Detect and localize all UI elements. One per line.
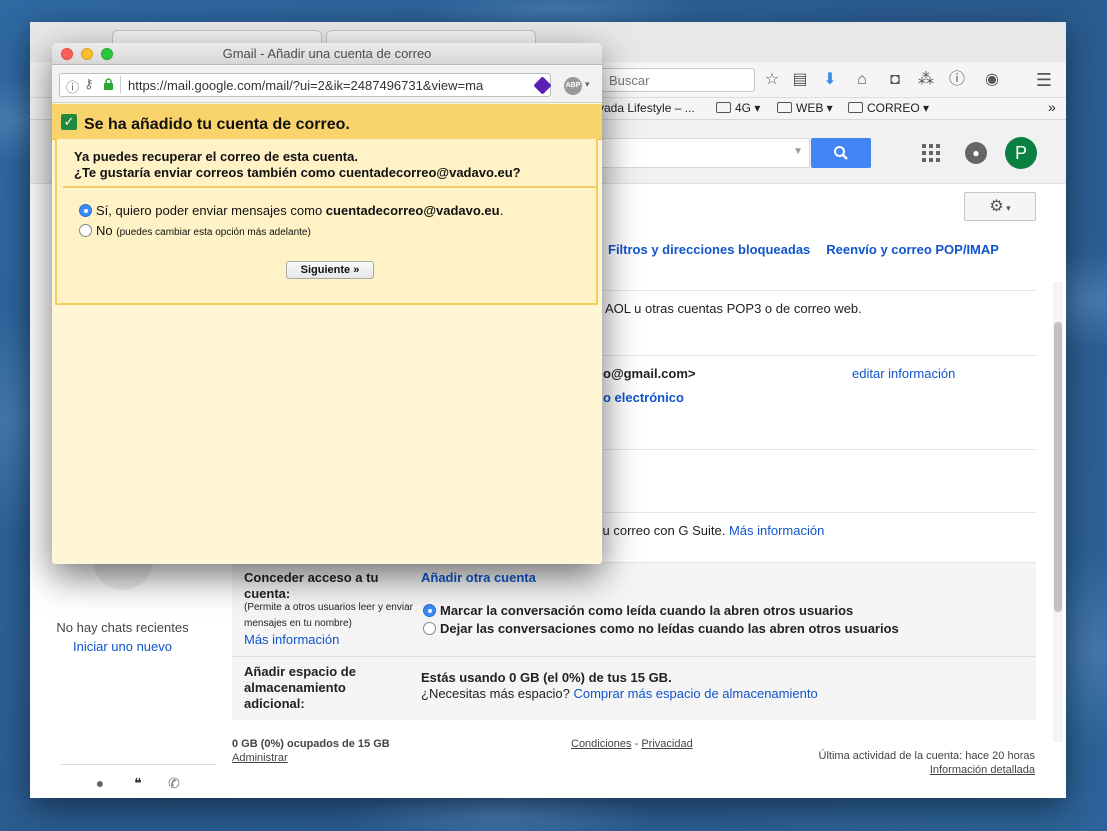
divider (232, 656, 1036, 657)
grant-access-label: Conceder acceso a tu cuenta: (244, 570, 379, 601)
reader-list-icon[interactable]: ▤ (790, 70, 810, 90)
info-icon[interactable]: ⓘ (947, 70, 967, 90)
mark-read-option[interactable]: Marcar la conversación como leída cuando… (423, 603, 853, 618)
url-field[interactable]: ⓘ ⚷ https://mail.google.com/mail/?ui=2&i… (59, 73, 552, 97)
download-icon[interactable]: ⬇ (820, 70, 840, 90)
hangouts-icon[interactable]: ❝ (130, 775, 146, 791)
checkmark-icon: ✓ (61, 114, 77, 130)
grant-access-note: (Permite a otros usuarios leer y enviar … (244, 602, 413, 629)
footer-legal: Condiciones - Privacidad (571, 738, 693, 750)
person-icon[interactable]: ● (92, 775, 108, 791)
bookmark-folder-correo[interactable]: CORREO ▾ (848, 101, 929, 115)
terms-link[interactable]: Condiciones (571, 738, 632, 750)
url-text: https://mail.google.com/mail/?ui=2&ik=24… (128, 78, 484, 93)
check-mail-text: AOL u otras cuentas POP3 o de correo web… (605, 301, 862, 316)
privacy-link[interactable]: Privacidad (641, 738, 692, 750)
pocket-icon[interactable]: ◘ (885, 70, 905, 90)
option-yes-radio[interactable] (79, 204, 92, 217)
browser-search-input[interactable]: Buscar (600, 68, 755, 92)
leave-unread-option[interactable]: Dejar las conversaciones como no leídas … (423, 621, 899, 636)
gsuite-text: su correo con G Suite. Más información (596, 523, 825, 538)
edit-info-link[interactable]: editar información (852, 366, 955, 381)
footer-last-activity: Última actividad de la cuenta: hace 20 h… (818, 750, 1035, 762)
leave-unread-radio[interactable] (423, 622, 436, 635)
tab-filters[interactable]: Filtros y direcciones bloqueadas (608, 242, 810, 257)
chevron-down-icon[interactable]: ▼ (793, 146, 803, 157)
option-no-radio[interactable] (79, 224, 92, 237)
gmail-search-button[interactable] (811, 138, 871, 168)
minimize-window-button[interactable] (81, 48, 93, 60)
add-other-account-link[interactable]: Añadir otra cuenta (421, 570, 536, 585)
footer-details-link[interactable]: Información detallada (930, 764, 1035, 776)
start-chat-link[interactable]: Iniciar uno nuevo (30, 639, 215, 654)
extension-icon[interactable]: ⁂ (916, 70, 936, 90)
menu-hamburger-icon[interactable]: ☰ (1034, 70, 1054, 90)
settings-tabs: Filtros y direcciones bloqueadas Reenvío … (608, 242, 1015, 257)
apps-grid-icon[interactable] (922, 144, 940, 162)
chevron-down-icon: ▾ (1003, 203, 1011, 213)
success-notice: ✓ Se ha añadido tu cuenta de correo. (52, 104, 602, 140)
divider (63, 186, 596, 188)
scrollbar-thumb[interactable] (1054, 322, 1062, 612)
send-as-email: o@gmail.com> (603, 366, 696, 381)
star-bookmark-icon[interactable]: ☆ (762, 70, 782, 90)
storage-label: Añadir espacio de almacenamiento adicion… (244, 664, 356, 711)
chat-bubble-icon (92, 560, 153, 590)
zoom-window-button[interactable] (101, 48, 113, 60)
search-icon (834, 146, 848, 160)
question-text: Ya puedes recuperar el correo de esta cu… (74, 149, 521, 180)
tab-forwarding-pop-imap[interactable]: Reenvío y correo POP/IMAP (826, 242, 999, 257)
mark-read-radio[interactable] (423, 604, 436, 617)
extension-gem-icon[interactable] (533, 76, 552, 95)
gear-icon: ⚙ (989, 198, 1004, 215)
option-yes[interactable]: Sí, quiero poder enviar mensajes como cu… (79, 203, 503, 218)
home-icon[interactable]: ⌂ (852, 70, 872, 90)
bookmarks-overflow-icon[interactable]: » (1048, 99, 1056, 115)
storage-usage-text: Estás usando 0 GB (el 0%) de tus 15 GB. (421, 670, 672, 685)
footer-manage-link[interactable]: Administrar (232, 752, 288, 764)
no-chats-text: No hay chats recientes (56, 620, 189, 635)
bookmark-folder-4g[interactable]: 4G ▾ (716, 101, 760, 115)
adblock-plus-icon[interactable]: ABP (564, 77, 582, 95)
buy-storage-link[interactable]: Comprar más espacio de almacenamiento (573, 686, 817, 701)
need-space-text: ¿Necesitas más espacio? Comprar más espa… (421, 686, 818, 701)
settings-gear-button[interactable]: ⚙ ▾ (964, 192, 1036, 221)
notifications-bell-icon[interactable]: ● (965, 142, 987, 164)
add-account-popup: Gmail - Añadir una cuenta de correo ⓘ ⚷ … (52, 43, 602, 564)
chevron-down-icon[interactable]: ▾ (585, 79, 590, 90)
footer-usage: 0 GB (0%) ocupados de 15 GB (232, 738, 390, 750)
chat-panel: No hay chats recientes Iniciar uno nuevo (30, 560, 215, 654)
folder-icon (716, 102, 731, 113)
close-window-button[interactable] (61, 48, 73, 60)
add-email-link[interactable]: o electrónico (603, 390, 684, 405)
folder-icon (777, 102, 792, 113)
popup-titlebar: Gmail - Añadir una cuenta de correo (52, 43, 602, 65)
notice-text: Se ha añadido tu cuenta de correo. (84, 116, 350, 133)
divider (120, 76, 121, 94)
key-icon: ⚷ (84, 76, 94, 91)
next-button[interactable]: Siguiente » (286, 261, 374, 279)
gmail-search-input[interactable]: ▼ (595, 138, 810, 168)
bookmark-item-lifestyle[interactable]: vada Lifestyle – ... (598, 101, 695, 115)
lock-icon (103, 78, 113, 90)
bookmark-folder-web[interactable]: WEB ▾ (777, 101, 833, 115)
info-icon[interactable]: ⓘ (66, 77, 79, 96)
popup-url-bar: ⓘ ⚷ https://mail.google.com/mail/?ui=2&i… (52, 65, 602, 103)
folder-icon (848, 102, 863, 113)
more-info-link[interactable]: Más información (729, 523, 824, 538)
option-no[interactable]: No (puedes cambiar esta opción más adela… (79, 223, 311, 238)
send-as-question-box: Ya puedes recuperar el correo de esta cu… (55, 139, 598, 305)
adblock-icon[interactable]: ◉ (982, 70, 1002, 90)
avatar[interactable]: P (1005, 137, 1037, 169)
grant-more-info-link[interactable]: Más información (244, 632, 339, 647)
popup-title: Gmail - Añadir una cuenta de correo (222, 46, 432, 61)
phone-icon[interactable]: ✆ (166, 775, 182, 791)
chat-bottom-bar: ● ❝ ✆ (60, 764, 216, 798)
